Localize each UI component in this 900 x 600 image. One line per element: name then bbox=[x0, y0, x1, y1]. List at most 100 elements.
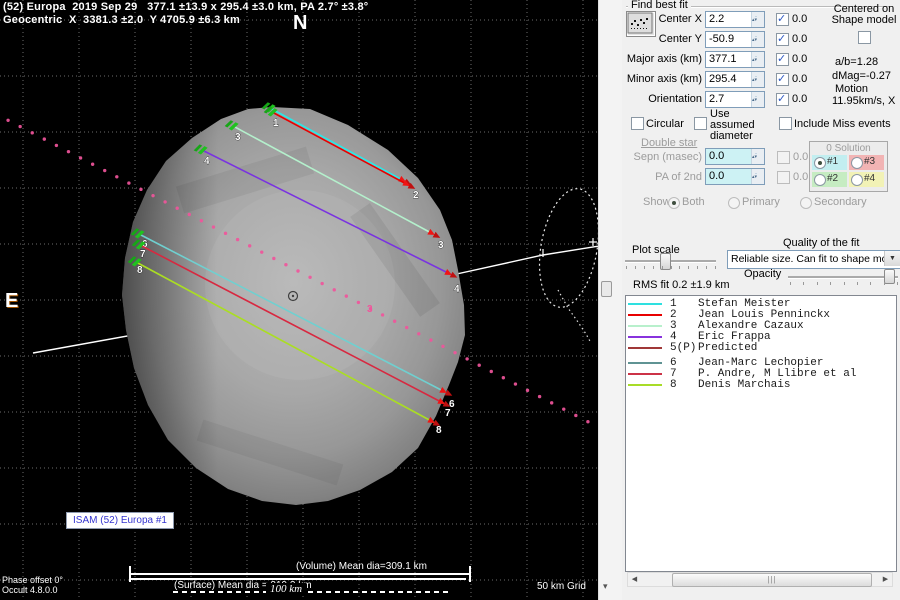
star-track-dot bbox=[163, 200, 166, 203]
slider-tick bbox=[803, 282, 804, 285]
splitter-collapse-icon[interactable]: ▾ bbox=[603, 581, 608, 592]
quality-of-fit-value: Reliable size. Can fit to shape mode bbox=[731, 253, 899, 265]
star-track-dot bbox=[224, 232, 227, 235]
solution-2-cell[interactable]: #2 bbox=[812, 172, 847, 187]
solution-1-cell[interactable]: #1 bbox=[812, 155, 847, 170]
minor-axis-lock-checkbox[interactable] bbox=[776, 73, 789, 86]
solution-radio[interactable] bbox=[814, 157, 826, 169]
solution-radio[interactable] bbox=[814, 174, 826, 186]
pa-of-2nd-value: 0.0 bbox=[709, 170, 724, 182]
solution-3-cell[interactable]: #3 bbox=[849, 155, 884, 170]
star-track-dot bbox=[6, 119, 9, 122]
opacity-slider-thumb[interactable] bbox=[884, 269, 895, 284]
pa-sigma: 0.0 bbox=[793, 171, 808, 183]
center-x-spinner[interactable]: ▴▾ bbox=[751, 12, 764, 27]
circular-label: Circular bbox=[646, 118, 684, 130]
center-y-lock-checkbox[interactable] bbox=[776, 33, 789, 46]
show-primary-radio[interactable] bbox=[728, 197, 740, 209]
solutions-title: 0 Solution bbox=[810, 143, 887, 154]
star-track-dot bbox=[284, 263, 287, 266]
star-track-dot bbox=[381, 313, 384, 316]
major-axis-sigma: 0.0 bbox=[792, 53, 807, 65]
major-axis-input[interactable]: 377.1▴▾ bbox=[705, 51, 765, 68]
observer-legend-list[interactable]: 1Stefan Meister2Jean Louis Penninckx3Ale… bbox=[625, 295, 897, 572]
legend-color-line bbox=[628, 373, 662, 375]
star-track-dot bbox=[526, 389, 529, 392]
volume-diameter-label: (Volume) Mean dia=309.1 km bbox=[296, 561, 427, 572]
legend-color-line bbox=[628, 362, 662, 364]
solutions-box: 0 Solution #1 #3 #2 #4 bbox=[809, 141, 888, 192]
star-track-dot bbox=[333, 288, 336, 291]
occult-fit-window: 123344667788 (52) Europa 2019 Sep 29 377… bbox=[0, 0, 900, 600]
orientation-spinner[interactable]: ▴▾ bbox=[751, 92, 764, 107]
volume-diameter-bar bbox=[130, 573, 470, 575]
use-assumed-diameter-checkbox[interactable] bbox=[694, 117, 707, 130]
slider-tick bbox=[790, 282, 791, 285]
solution-label: #1 bbox=[827, 156, 838, 167]
opacity-slider-track[interactable] bbox=[788, 276, 898, 279]
star-track-dot bbox=[43, 137, 46, 140]
slider-tick bbox=[635, 266, 636, 269]
legend-observer-name: Predicted bbox=[698, 342, 757, 354]
slider-tick bbox=[830, 282, 831, 285]
legend-chord-number: 8 bbox=[670, 379, 677, 391]
solution-radio[interactable] bbox=[851, 157, 863, 169]
legend-row[interactable]: 8Denis Marchais bbox=[626, 380, 896, 391]
center-x-input[interactable]: 2.2▴▾ bbox=[705, 11, 765, 28]
chord-number-label: 7 bbox=[140, 249, 146, 260]
center-y-spinner[interactable]: ▴▾ bbox=[751, 32, 764, 47]
legend-horizontal-scrollbar[interactable]: ◀ ||| ▶ bbox=[627, 572, 893, 587]
phase-offset-label: Phase offset 0° bbox=[2, 575, 63, 585]
orientation-input[interactable]: 2.7▴▾ bbox=[705, 91, 765, 108]
centered-on-shape-checkbox[interactable] bbox=[858, 31, 871, 44]
minor-axis-spinner[interactable]: ▴▾ bbox=[751, 72, 764, 87]
quality-of-fit-label: Quality of the fit bbox=[783, 237, 859, 249]
legend-color-line bbox=[628, 303, 662, 305]
center-y-label: Center Y bbox=[622, 33, 702, 45]
star-track-dot bbox=[429, 338, 432, 341]
solution-4-cell[interactable]: #4 bbox=[849, 172, 884, 187]
minor-axis-input[interactable]: 295.4▴▾ bbox=[705, 71, 765, 88]
scroll-left-icon[interactable]: ◀ bbox=[628, 573, 641, 586]
minor-axis-sigma: 0.0 bbox=[792, 73, 807, 85]
legend-color-line bbox=[628, 384, 662, 386]
use-assumed-diameter-label: Use assumed diameter bbox=[710, 109, 772, 142]
center-x-lock-checkbox[interactable] bbox=[776, 13, 789, 26]
star-track-dot bbox=[79, 156, 82, 159]
splitter-handle[interactable] bbox=[601, 281, 612, 297]
show-secondary-radio[interactable] bbox=[800, 197, 812, 209]
center-y-input[interactable]: -50.9▴▾ bbox=[705, 31, 765, 48]
legend-chord-number: 5(P) bbox=[670, 342, 696, 354]
star-track-dot bbox=[562, 407, 565, 410]
sepn-lock-checkbox bbox=[777, 151, 790, 164]
solution-radio[interactable] bbox=[851, 174, 863, 186]
sepn-spinner[interactable]: ▴▾ bbox=[751, 149, 764, 164]
sepn-sigma: 0.0 bbox=[793, 151, 808, 163]
legend-row[interactable]: 4Eric Frappa bbox=[626, 332, 896, 343]
dmag-value: dMag=-0.27 bbox=[832, 70, 891, 82]
pa-of-2nd-input[interactable]: 0.0 ▴▾ bbox=[705, 168, 765, 185]
circular-checkbox[interactable] bbox=[631, 117, 644, 130]
chord-number-label: 4 bbox=[454, 284, 460, 295]
dropdown-arrow-icon[interactable]: ▼ bbox=[884, 251, 900, 266]
star-track-dot bbox=[453, 351, 456, 354]
scroll-right-icon[interactable]: ▶ bbox=[879, 573, 892, 586]
star-track-dot bbox=[188, 213, 191, 216]
sepn-input[interactable]: 0.0 ▴▾ bbox=[705, 148, 765, 165]
show-both-radio[interactable] bbox=[668, 197, 680, 209]
legend-row[interactable]: 5(P)Predicted bbox=[626, 343, 896, 354]
major-axis-lock-checkbox[interactable] bbox=[776, 53, 789, 66]
include-miss-events-checkbox[interactable] bbox=[779, 117, 792, 130]
orientation-lock-checkbox[interactable] bbox=[776, 93, 789, 106]
star-track-dot bbox=[260, 250, 263, 253]
splitter[interactable]: ▾ bbox=[598, 0, 623, 600]
slider-tick bbox=[671, 266, 672, 269]
plot-canvas: 123344667788 bbox=[0, 0, 598, 600]
scrollbar-thumb[interactable]: ||| bbox=[672, 573, 872, 587]
pa-of-2nd-spinner[interactable]: ▴▾ bbox=[751, 169, 764, 184]
slider-tick bbox=[679, 266, 680, 269]
quality-of-fit-dropdown[interactable]: Reliable size. Can fit to shape mode ▼ bbox=[727, 250, 900, 269]
solution-label: #2 bbox=[827, 173, 838, 184]
sepn-value: 0.0 bbox=[709, 150, 724, 162]
major-axis-spinner[interactable]: ▴▾ bbox=[751, 52, 764, 67]
